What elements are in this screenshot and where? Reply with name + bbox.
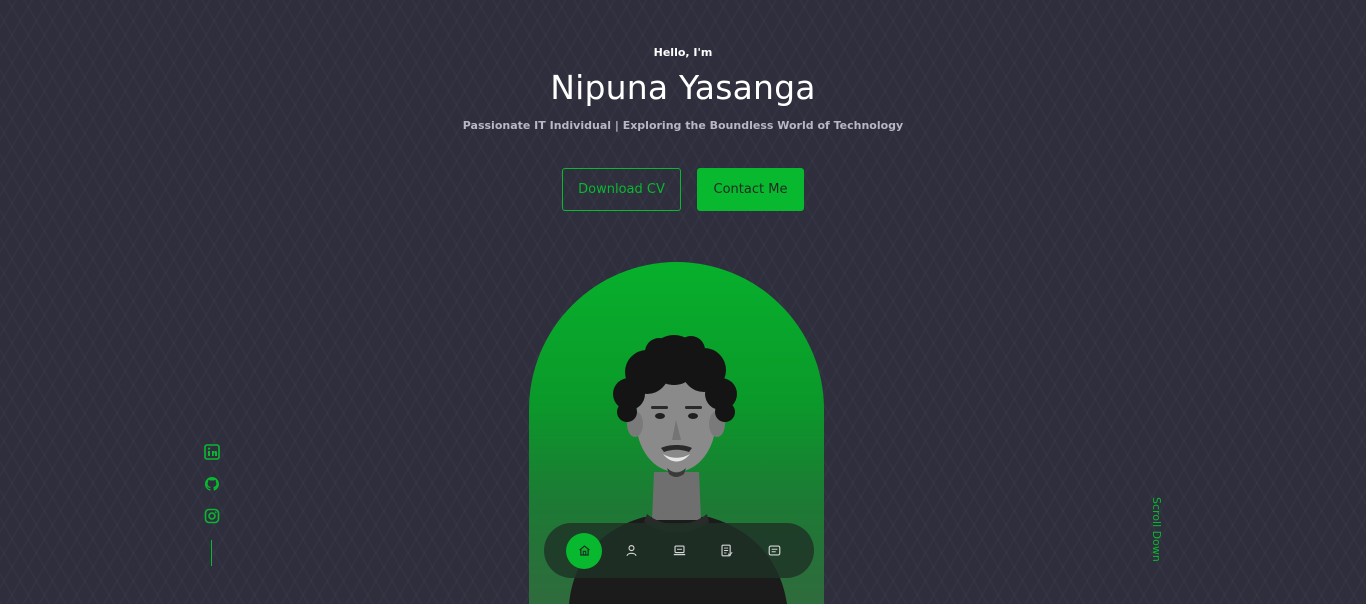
page: Hello, I'm Nipuna Yasanga Passionate IT …	[0, 0, 1366, 604]
hero-name: Nipuna Yasanga	[550, 68, 816, 107]
notes-icon	[720, 544, 733, 557]
nav-home[interactable]	[566, 532, 602, 569]
user-icon	[625, 545, 637, 557]
nav-about[interactable]	[613, 533, 649, 569]
github-icon[interactable]	[204, 476, 220, 492]
nav-projects[interactable]	[661, 533, 697, 569]
nav-contact[interactable]	[756, 533, 792, 569]
hero-tagline: Passionate IT Individual | Exploring the…	[462, 119, 904, 132]
hero-greeting: Hello, I'm	[653, 46, 713, 59]
scroll-down-link[interactable]: Scroll Down	[1150, 497, 1163, 562]
home-icon	[578, 545, 590, 556]
linkedin-icon[interactable]	[204, 444, 220, 460]
bottom-nav	[544, 523, 814, 578]
social-divider	[211, 540, 212, 566]
instagram-icon[interactable]	[204, 508, 220, 524]
laptop-icon	[673, 545, 685, 556]
nav-resume[interactable]	[708, 533, 744, 569]
download-cv-button[interactable]: Download CV	[562, 168, 681, 211]
social-links	[204, 444, 220, 540]
contact-me-button[interactable]: Contact Me	[697, 168, 804, 211]
message-icon	[768, 545, 780, 556]
